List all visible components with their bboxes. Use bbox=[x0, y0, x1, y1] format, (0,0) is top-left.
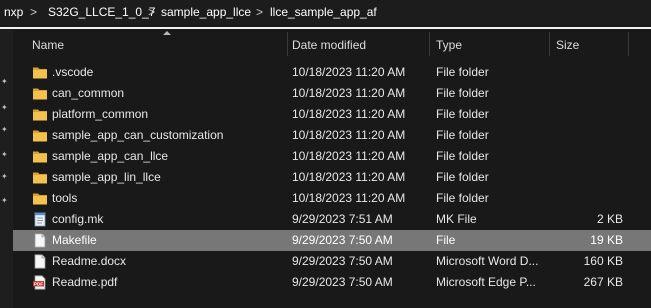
file-date-modified: 10/18/2023 11:20 AM bbox=[292, 65, 406, 79]
file-type: MK File bbox=[436, 212, 477, 226]
breadcrumb-sample-app-llce[interactable]: sample_app_llce bbox=[161, 4, 251, 20]
file-name: config.mk bbox=[52, 212, 104, 226]
file-name: sample_app_can_customization bbox=[52, 128, 224, 142]
pdf-file-icon: PDF bbox=[32, 275, 48, 290]
file-date-modified: 10/18/2023 11:20 AM bbox=[292, 149, 406, 163]
blank-file-icon bbox=[32, 254, 48, 269]
pin-icon: ✦ bbox=[1, 77, 8, 86]
file-name: Readme.docx bbox=[52, 254, 127, 268]
file-row[interactable]: sample_app_can_llce 10/18/2023 11:20 AM Fi… bbox=[13, 146, 651, 167]
file-row[interactable]: sample_app_lin_llce 10/18/2023 11:20 AM Fi… bbox=[13, 167, 651, 188]
file-size bbox=[563, 65, 623, 80]
file-type: File folder bbox=[436, 86, 489, 100]
file-date-modified: 10/18/2023 11:20 AM bbox=[292, 170, 406, 184]
folder-icon bbox=[32, 149, 48, 164]
file-row[interactable]: config.mk 9/29/2023 7:51 AM MK File 2 KB bbox=[13, 209, 651, 230]
column-divider[interactable] bbox=[429, 32, 430, 56]
column-header-date-modified[interactable]: Date modified bbox=[292, 37, 366, 53]
file-type: File folder bbox=[436, 65, 489, 79]
file-row[interactable]: tools 10/18/2023 11:20 AM File folder bbox=[13, 188, 651, 209]
folder-icon bbox=[32, 86, 48, 101]
pin-icon: ✦ bbox=[1, 150, 8, 159]
file-type: Microsoft Word D... bbox=[436, 254, 539, 268]
file-row[interactable]: sample_app_can_customization 10/18/2023 1… bbox=[13, 125, 651, 146]
file-date-modified: 9/29/2023 7:50 AM bbox=[292, 233, 393, 247]
file-date-modified: 9/29/2023 7:51 AM bbox=[292, 212, 393, 226]
address-bar-focus-line bbox=[0, 27, 651, 29]
file-type: File folder bbox=[436, 191, 489, 205]
svg-text:PDF: PDF bbox=[34, 281, 43, 286]
column-header-type[interactable]: Type bbox=[436, 37, 462, 53]
file-size: 267 KB bbox=[583, 275, 623, 289]
file-name: sample_app_lin_llce bbox=[52, 170, 161, 184]
file-row[interactable]: can_common 10/18/2023 11:20 AM File folder bbox=[13, 83, 651, 104]
file-size: 19 KB bbox=[590, 233, 623, 247]
file-name: .vscode bbox=[52, 65, 94, 79]
file-size: 160 KB bbox=[583, 254, 623, 268]
breadcrumb-s32g-llce[interactable]: S32G_LLCE_1_0_7 bbox=[48, 4, 155, 20]
pin-icon: ✦ bbox=[1, 103, 8, 112]
file-name: sample_app_can_llce bbox=[52, 149, 169, 163]
file-row[interactable]: Makefile 9/29/2023 7:50 AM File 19 KB bbox=[13, 230, 651, 251]
file-date-modified: 10/18/2023 11:20 AM bbox=[292, 191, 406, 205]
chevron-right-icon[interactable]: > bbox=[148, 4, 155, 20]
file-size bbox=[563, 86, 623, 101]
column-header-size[interactable]: Size bbox=[556, 37, 579, 53]
file-type: File bbox=[436, 233, 456, 247]
column-divider[interactable] bbox=[549, 32, 550, 56]
file-type: File folder bbox=[436, 128, 489, 142]
file-name: Readme.pdf bbox=[52, 275, 118, 289]
file-row[interactable]: PDF Readme.pdf 9/29/2023 7:50 AM Microsoft … bbox=[13, 272, 651, 293]
breadcrumb-nxp[interactable]: nxp bbox=[4, 4, 23, 20]
file-type: Microsoft Edge P... bbox=[436, 275, 536, 289]
column-header-name[interactable]: Name bbox=[32, 37, 64, 53]
file-type: File folder bbox=[436, 170, 489, 184]
pin-icon: ✦ bbox=[1, 196, 8, 205]
folder-icon bbox=[32, 128, 48, 143]
pin-icon: ✦ bbox=[1, 125, 8, 134]
blank-file-icon bbox=[32, 233, 48, 248]
file-row[interactable]: platform_common 10/18/2023 11:20 AM File f… bbox=[13, 104, 651, 125]
pin-icon: ✦ bbox=[1, 172, 8, 181]
folder-icon bbox=[32, 170, 48, 185]
breadcrumb-llce-sample-app-af[interactable]: llce_sample_app_af bbox=[270, 4, 377, 20]
address-bar[interactable]: nxp > S32G_LLCE_1_0_7 > sample_app_llce … bbox=[0, 0, 651, 25]
file-name: platform_common bbox=[52, 107, 149, 121]
chevron-right-icon[interactable]: > bbox=[256, 4, 263, 20]
file-date-modified: 10/18/2023 11:20 AM bbox=[292, 86, 406, 100]
file-size bbox=[563, 107, 623, 122]
chevron-right-icon[interactable]: > bbox=[30, 4, 37, 20]
file-date-modified: 9/29/2023 7:50 AM bbox=[292, 275, 393, 289]
folder-icon bbox=[32, 191, 48, 206]
file-date-modified: 10/18/2023 11:20 AM bbox=[292, 107, 406, 121]
folder-icon bbox=[32, 65, 48, 80]
file-size bbox=[563, 170, 623, 185]
file-row[interactable]: Readme.docx 9/29/2023 7:50 AM Microsoft Wo… bbox=[13, 251, 651, 272]
file-name: Makefile bbox=[52, 233, 97, 247]
file-date-modified: 10/18/2023 11:20 AM bbox=[292, 128, 406, 142]
file-name: can_common bbox=[52, 86, 125, 100]
file-row[interactable]: .vscode 10/18/2023 11:20 AM File folder bbox=[13, 62, 651, 83]
navigation-pane[interactable]: ✦ ✦ ✦ ✦ ✦ ✦ bbox=[0, 30, 13, 308]
column-header-row: Name Date modified Type Size bbox=[13, 30, 651, 58]
file-list: .vscode 10/18/2023 11:20 AM File folder can… bbox=[13, 62, 651, 293]
file-size bbox=[563, 128, 623, 143]
sort-ascending-icon bbox=[163, 31, 171, 35]
file-name: tools bbox=[52, 191, 78, 205]
file-date-modified: 9/29/2023 7:50 AM bbox=[292, 254, 393, 268]
file-size bbox=[563, 149, 623, 164]
file-size: 2 KB bbox=[596, 212, 623, 226]
file-type: File folder bbox=[436, 107, 489, 121]
folder-icon bbox=[32, 107, 48, 122]
column-divider[interactable] bbox=[287, 32, 288, 56]
notepad-file-icon bbox=[32, 212, 48, 227]
file-size bbox=[563, 191, 623, 206]
column-divider[interactable] bbox=[628, 32, 629, 56]
file-type: File folder bbox=[436, 149, 489, 163]
